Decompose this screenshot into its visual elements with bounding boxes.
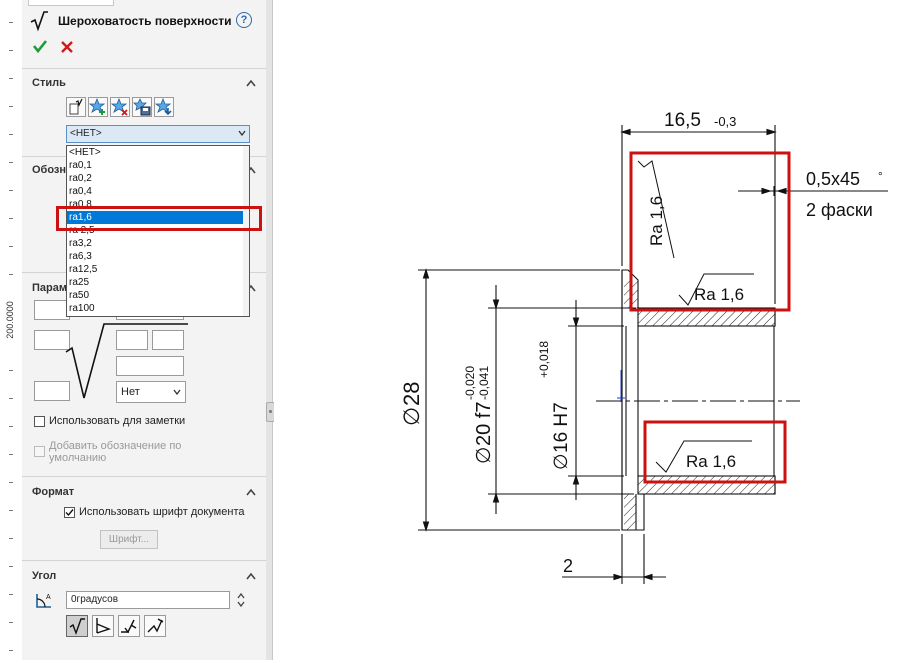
- diameter-sign: ∅: [473, 447, 495, 464]
- symbol-perpendicular-button[interactable]: [118, 615, 140, 637]
- symbol-upright-icon: [69, 618, 85, 636]
- list-item[interactable]: ra25: [67, 276, 249, 289]
- format-section-title: Формат: [32, 486, 75, 498]
- angle-icon: A: [36, 594, 51, 608]
- save-style-icon: [133, 98, 151, 116]
- list-item[interactable]: ra6,3: [67, 250, 249, 263]
- list-item[interactable]: ra0,4: [67, 185, 249, 198]
- style-combo-value: <НЕТ>: [70, 128, 102, 139]
- lay-direction-value: Нет: [121, 386, 140, 398]
- roughness-left-text: Ra 1,6: [647, 196, 666, 246]
- dim-shaft-tol-lower: -0,041: [477, 366, 491, 400]
- param-field-a[interactable]: [34, 300, 70, 320]
- add-style-button[interactable]: [88, 97, 108, 117]
- dim-hole-text: 16 H7: [551, 402, 572, 453]
- style-section-title: Стиль: [32, 77, 66, 89]
- symbol-rotate-90-icon: [96, 618, 111, 634]
- dim-top-tolerance: -0,3: [714, 114, 736, 129]
- apply-style-button[interactable]: [66, 97, 86, 117]
- use-for-note-label: Использовать для заметки: [49, 415, 186, 427]
- list-item[interactable]: ra50: [67, 289, 249, 302]
- delete-style-button[interactable]: [110, 97, 130, 117]
- dim-flange-text: 2: [563, 556, 573, 576]
- chevron-up-icon[interactable]: [246, 488, 256, 496]
- panel-tab[interactable]: [28, 0, 114, 6]
- params-section-title: Парам: [32, 282, 67, 294]
- dim-outer-text: 28: [399, 382, 424, 406]
- symbol-section-title: Обозн: [32, 164, 67, 176]
- roughness-bottom-text: Ra 1,6: [686, 452, 736, 471]
- selection-highlight-box: [56, 206, 262, 231]
- panel-splitter[interactable]: [266, 0, 273, 660]
- chevron-up-icon[interactable]: [246, 79, 256, 87]
- drawing-canvas[interactable]: 16,5 -0,3 0,5x45 ° 2 фаски ∅ 28 ∅ 20 f7 …: [274, 0, 912, 660]
- default-symbol-label: Добавить обозначение по умолчанию: [49, 440, 182, 464]
- roughness-top-text: Ra 1,6: [694, 285, 744, 304]
- list-scrollbar[interactable]: [243, 146, 249, 316]
- default-symbol-checkbox[interactable]: [34, 446, 45, 457]
- dim-hole-tolerance: +0,018: [537, 341, 551, 378]
- dim-shaft-tol-upper: -0,020: [463, 366, 477, 400]
- chevron-up-icon[interactable]: [246, 572, 256, 580]
- apply-style-icon: [69, 98, 83, 115]
- list-item[interactable]: ra12,5: [67, 263, 249, 276]
- delete-style-icon: [110, 97, 128, 116]
- use-for-note-checkbox[interactable]: [34, 416, 45, 427]
- list-item[interactable]: ra3,2: [67, 237, 249, 250]
- list-item[interactable]: ra100: [67, 302, 249, 315]
- symbol-rotate-angle-button[interactable]: [144, 615, 166, 637]
- font-button[interactable]: Шрифт...: [100, 530, 158, 549]
- use-doc-font-label: Использовать шрифт документа: [79, 506, 245, 518]
- ruler-value-label: 200.0000: [5, 301, 15, 339]
- technical-drawing: 16,5 -0,3 0,5x45 ° 2 фаски ∅ 28 ∅ 20 f7 …: [399, 110, 888, 584]
- angle-section-title: Угол: [32, 570, 57, 582]
- symbol-upright-button[interactable]: [66, 615, 88, 637]
- surface-finish-icon: [30, 11, 48, 32]
- style-dropdown-list[interactable]: <НЕТ> ra0,1 ra0,2 ra0,4 ra0,8 ra1,6 ra 2…: [66, 145, 250, 317]
- chamfer-count-text: 2 фаски: [806, 200, 873, 220]
- list-item[interactable]: <НЕТ>: [67, 146, 249, 159]
- lay-direction-select[interactable]: Нет: [116, 381, 186, 403]
- angle-spinner[interactable]: [236, 591, 246, 609]
- symbol-rotate-angle-icon: [147, 618, 164, 633]
- angle-input[interactable]: 0градусов: [66, 591, 230, 609]
- load-style-icon: [154, 97, 172, 116]
- dim-shaft-text: 20 f7: [473, 402, 495, 446]
- style-combo[interactable]: <НЕТ>: [66, 125, 250, 143]
- use-doc-font-checkbox[interactable]: [64, 507, 75, 518]
- save-style-button[interactable]: [132, 97, 152, 117]
- add-style-icon: [88, 97, 106, 115]
- dim-top-text: 16,5: [664, 110, 701, 131]
- green-check-icon[interactable]: [32, 38, 48, 54]
- surface-finish-property-panel: Шероховатость поверхности ? Стиль <НЕТ> …: [22, 0, 267, 660]
- svg-text:A: A: [46, 594, 51, 601]
- panel-title: Шероховатость поверхности: [58, 14, 232, 28]
- symbol-perpendicular-icon: [121, 619, 137, 634]
- check-icon: [65, 509, 74, 517]
- load-style-button[interactable]: [154, 97, 174, 117]
- chamfer-degree: °: [878, 169, 883, 183]
- diameter-sign: ∅: [399, 407, 424, 426]
- red-x-icon[interactable]: [60, 40, 74, 54]
- list-item[interactable]: ra0,2: [67, 172, 249, 185]
- chamfer-text: 0,5x45: [806, 169, 860, 189]
- diameter-sign: ∅: [551, 453, 572, 470]
- vertical-ruler: 200.0000: [0, 0, 23, 660]
- list-item[interactable]: ra0,1: [67, 159, 249, 172]
- chevron-down-icon: [238, 130, 246, 136]
- question-circle-icon[interactable]: ?: [236, 12, 252, 28]
- chevron-down-icon: [173, 389, 181, 395]
- symbol-rotate-90-button[interactable]: [92, 615, 114, 637]
